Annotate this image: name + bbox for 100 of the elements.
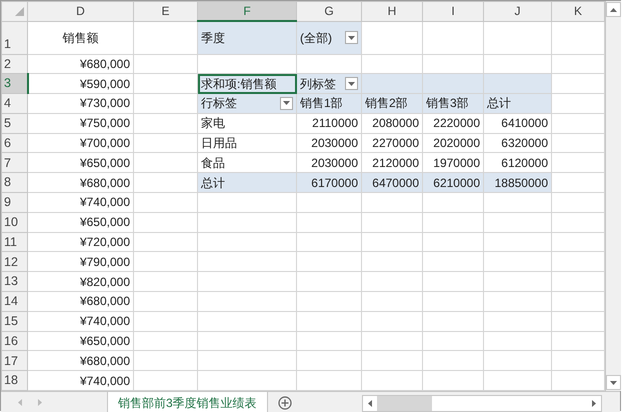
column-heading: 求和项:销售额	[201, 76, 276, 91]
cell-text: ¥680,000	[80, 176, 130, 190]
dropdown-button[interactable]	[345, 31, 358, 44]
cell-text: 食品	[201, 156, 225, 170]
table-cell[interactable]: 季度	[198, 21, 296, 54]
cell-text: ¥730,000	[80, 96, 130, 110]
cell-text: ¥740,000	[80, 374, 130, 388]
column-header[interactable]: E	[134, 2, 198, 21]
sheet-tab[interactable]: 销售部前3季度销售业绩表	[107, 392, 268, 412]
cell-text: 6320000	[501, 136, 548, 150]
row-header[interactable]: 2	[2, 54, 28, 74]
column-header[interactable]: I	[422, 2, 484, 21]
table-cell[interactable]	[422, 74, 484, 94]
cell-text: 2030000	[311, 156, 358, 170]
cell-text: ¥650,000	[80, 334, 130, 348]
row-header[interactable]: 16	[2, 331, 28, 351]
right-arrow-icon	[38, 398, 42, 406]
cell-text: 6210000	[433, 176, 480, 190]
cell-text: 1970000	[433, 156, 480, 170]
cell-text: ¥820,000	[80, 274, 130, 289]
cell-text: 6470000	[372, 176, 419, 190]
row-header[interactable]: 9	[2, 192, 28, 212]
column-heading: 销售额	[62, 30, 98, 44]
row-header[interactable]: 15	[2, 311, 28, 332]
cell-text: 6170000	[311, 176, 358, 190]
table-cell[interactable]: 6210000	[422, 172, 484, 193]
left-arrow-icon	[18, 398, 22, 406]
table-cell[interactable]: 总计	[198, 172, 296, 193]
cell-text: 18850000	[494, 176, 548, 190]
row-header[interactable]: 10	[2, 212, 28, 232]
column-header[interactable]: D	[28, 2, 134, 21]
row-header[interactable]: 8	[2, 172, 28, 193]
column-header[interactable]: K	[552, 2, 604, 21]
row-header[interactable]: 14	[2, 292, 28, 312]
table-cell[interactable]: 销售3部	[422, 94, 484, 114]
horizontal-scrollbar[interactable]	[362, 395, 602, 412]
cell-text: ¥740,000	[80, 314, 130, 328]
cell-text: 2080000	[372, 116, 419, 130]
cell-text: 2030000	[311, 136, 358, 150]
cell-text: 总计	[201, 176, 225, 190]
cell-text: 季度	[201, 30, 225, 45]
column-heading: 销售1部	[300, 96, 343, 110]
table-cell[interactable]: 列标签	[296, 74, 362, 94]
cell-text: ¥790,000	[80, 254, 130, 269]
cell-text: 日用品	[201, 136, 237, 150]
dropdown-button[interactable]	[345, 77, 358, 90]
cell-text: 2110000	[312, 116, 358, 130]
table-cell[interactable]	[484, 74, 552, 94]
cell-text: 家电	[201, 116, 225, 130]
table-cell[interactable]: 总计	[484, 94, 552, 114]
row-header[interactable]: 3	[2, 74, 28, 94]
cell-text: ¥720,000	[80, 235, 130, 250]
column-heading: 行标签	[201, 95, 237, 112]
down-arrow-icon	[610, 380, 617, 385]
row-header[interactable]: 17	[2, 350, 28, 371]
column-header[interactable]: H	[362, 2, 422, 21]
row-header[interactable]: 5	[2, 113, 28, 134]
column-header[interactable]: G	[296, 2, 362, 21]
column-heading: 销售3部	[426, 96, 469, 110]
table-cell[interactable]: 18850000	[484, 172, 552, 193]
table-cell[interactable]	[362, 74, 422, 94]
row-header[interactable]: 13	[2, 272, 28, 292]
row-header[interactable]: 12	[2, 252, 28, 272]
column-heading: 列标签	[300, 76, 336, 93]
cell-text: ¥590,000	[80, 76, 130, 91]
caret-icon	[348, 82, 355, 86]
column-heading: 销售2部	[365, 96, 408, 110]
cell-text: 2120000	[372, 156, 419, 170]
cell-text: 6410000	[501, 116, 548, 130]
table-cell[interactable]: 6470000	[362, 172, 422, 193]
table-cell[interactable]: 行标签	[198, 94, 296, 114]
column-header[interactable]: F	[198, 2, 296, 21]
caret-icon	[283, 101, 290, 106]
table-cell[interactable]: 求和项:销售额	[198, 74, 296, 94]
cell-text: ¥650,000	[80, 215, 130, 230]
row-header[interactable]: 11	[2, 232, 28, 252]
row-header[interactable]: 7	[2, 152, 28, 173]
row-header[interactable]: 6	[2, 133, 28, 153]
cell-text: ¥680,000	[80, 56, 130, 71]
table-cell[interactable]: 销售2部	[362, 94, 422, 114]
cell-text: 2220000	[433, 116, 480, 130]
add-sheet-icon[interactable]	[278, 396, 292, 410]
cell-text: ¥700,000	[80, 136, 130, 150]
table-cell[interactable]: 6170000	[296, 172, 362, 193]
cell-text: 2270000	[372, 136, 419, 150]
table-cell[interactable]: 销售1部	[296, 94, 362, 114]
scroll-down-button[interactable]	[606, 375, 621, 390]
column-heading: 总计	[487, 96, 511, 110]
row-header[interactable]: 1	[2, 21, 28, 54]
cell-text: ¥680,000	[80, 294, 130, 308]
cell-text: ¥750,000	[80, 116, 130, 130]
scroll-up-button[interactable]	[606, 2, 621, 17]
row-header[interactable]: 18	[2, 370, 28, 391]
dropdown-button[interactable]	[280, 96, 293, 110]
cell-text: 2020000	[433, 136, 480, 150]
column-header[interactable]: J	[484, 2, 552, 21]
cell-text: ¥650,000	[80, 156, 130, 170]
caret-icon	[348, 36, 355, 40]
table-cell[interactable]: (全部)	[296, 21, 362, 54]
row-header[interactable]: 4	[2, 94, 28, 114]
